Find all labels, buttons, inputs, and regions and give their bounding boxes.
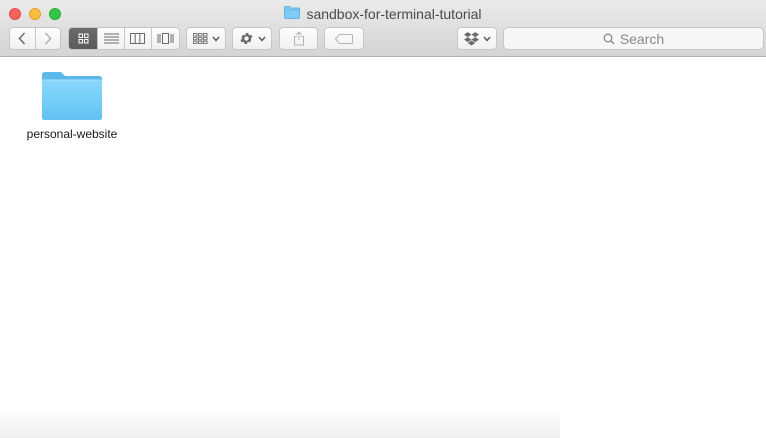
chevron-down-icon bbox=[211, 36, 220, 42]
forward-button[interactable] bbox=[34, 28, 60, 49]
cover-flow-icon bbox=[157, 33, 174, 44]
dropbox-icon bbox=[463, 31, 479, 45]
gear-icon bbox=[239, 33, 252, 44]
window-title-area: sandbox-for-terminal-tutorial bbox=[0, 5, 766, 23]
columns-icon bbox=[130, 33, 146, 44]
cover-flow-view-button[interactable] bbox=[150, 28, 179, 49]
folder-icon[interactable] bbox=[41, 71, 103, 121]
arrange-grid-icon bbox=[192, 33, 207, 44]
column-view-button[interactable] bbox=[123, 28, 151, 49]
chevron-right-icon bbox=[44, 32, 52, 45]
window-title: sandbox-for-terminal-tutorial bbox=[306, 6, 482, 22]
list-icon bbox=[103, 33, 119, 44]
bottom-edge-shadow bbox=[0, 408, 560, 438]
search-icon bbox=[603, 33, 615, 44]
search-placeholder: Search bbox=[619, 30, 665, 47]
chevron-left-icon bbox=[18, 32, 26, 45]
navigation-buttons bbox=[9, 27, 61, 50]
view-mode-selector bbox=[68, 27, 180, 50]
search-field[interactable]: Search bbox=[503, 27, 764, 50]
arrange-button[interactable] bbox=[186, 27, 226, 50]
edit-tags-button[interactable] bbox=[324, 27, 364, 50]
icon-grid-icon bbox=[78, 33, 89, 44]
tag-icon bbox=[335, 33, 353, 44]
folder-item[interactable]: personal-website bbox=[18, 71, 126, 141]
icon-view-button[interactable] bbox=[69, 28, 98, 49]
title-bar[interactable]: sandbox-for-terminal-tutorial Search bbox=[0, 0, 766, 57]
back-button[interactable] bbox=[10, 28, 35, 49]
chevron-down-icon bbox=[257, 36, 266, 42]
file-browser-content[interactable]: personal-website bbox=[0, 57, 766, 438]
folder-name: personal-website bbox=[26, 127, 118, 141]
action-button[interactable] bbox=[232, 27, 272, 50]
chevron-down-icon bbox=[482, 36, 491, 42]
list-view-button[interactable] bbox=[97, 28, 124, 49]
folder-icon bbox=[284, 5, 301, 23]
share-button[interactable] bbox=[279, 27, 318, 50]
share-icon bbox=[293, 31, 304, 46]
dropbox-button[interactable] bbox=[457, 27, 497, 50]
